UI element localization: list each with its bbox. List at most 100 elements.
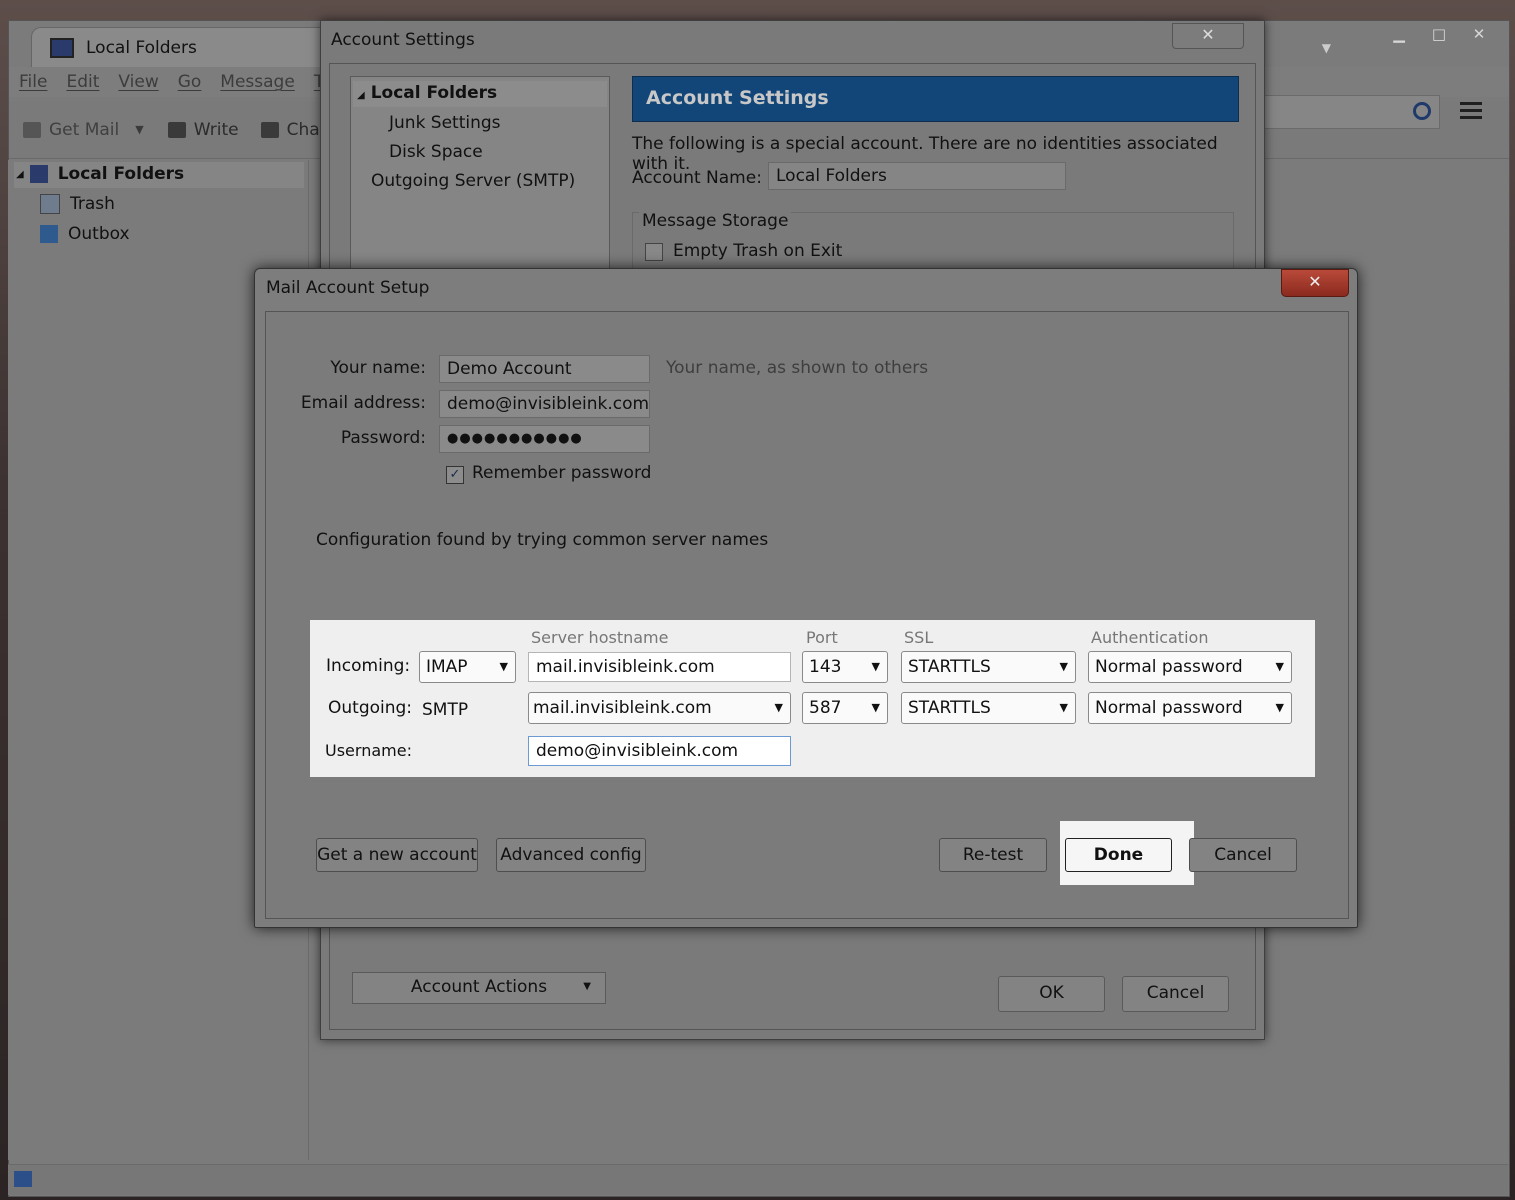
incoming-port-select[interactable]: 143 ▼ xyxy=(802,651,888,683)
column-ssl: SSL xyxy=(904,628,934,647)
dialog-title: Mail Account Setup xyxy=(266,278,430,298)
your-name-label: Your name: xyxy=(330,358,426,378)
search-icon xyxy=(1413,102,1431,120)
expander-icon[interactable]: ◢ xyxy=(357,90,365,101)
incoming-hostname-input[interactable]: mail.invisibleink.com xyxy=(528,652,791,682)
tree-item-junk-settings[interactable]: Junk Settings xyxy=(389,113,501,133)
incoming-protocol-value: IMAP xyxy=(426,657,468,677)
trash-icon xyxy=(40,194,60,214)
incoming-protocol-select[interactable]: IMAP ▼ xyxy=(419,651,516,683)
menu-edit[interactable]: Edit xyxy=(66,72,99,92)
mail-account-setup-dialog: Mail Account Setup ✕ Your name: Demo Acc… xyxy=(254,268,1358,928)
remember-password-checkbox[interactable]: ✓ xyxy=(446,466,464,484)
get-mail-label: Get Mail xyxy=(49,119,120,140)
chevron-down-icon: ▼ xyxy=(871,660,880,673)
menu-go[interactable]: Go xyxy=(178,72,202,92)
column-port: Port xyxy=(806,628,838,647)
tab-local-folders[interactable]: Local Folders xyxy=(31,27,331,67)
write-button[interactable]: Write xyxy=(167,119,239,140)
password-field[interactable]: ●●●●●●●●●●● xyxy=(439,425,650,453)
outgoing-auth-select[interactable]: Normal password ▼ xyxy=(1088,692,1292,724)
folder-label: Outbox xyxy=(68,224,130,244)
remember-password-label: Remember password xyxy=(472,463,652,483)
window-controls: ▁ □ ✕ xyxy=(1379,21,1499,47)
incoming-auth-select[interactable]: Normal password ▼ xyxy=(1088,651,1292,683)
column-authentication: Authentication xyxy=(1091,628,1209,647)
folder-outbox[interactable]: Outbox xyxy=(40,224,130,244)
tree-item-outgoing-server[interactable]: Outgoing Server (SMTP) xyxy=(371,171,575,191)
window-title: Account Settings xyxy=(331,30,475,50)
folder-label: Local Folders xyxy=(57,164,185,184)
account-name-field[interactable]: Local Folders xyxy=(768,162,1066,190)
menu-file[interactable]: File xyxy=(19,72,47,92)
incoming-auth-value: Normal password xyxy=(1095,657,1243,677)
outgoing-ssl-value: STARTTLS xyxy=(908,698,991,718)
email-field[interactable]: demo@invisibleink.com xyxy=(439,390,650,418)
close-icon[interactable]: ✕ xyxy=(1172,23,1244,49)
expander-icon[interactable]: ◢ xyxy=(16,169,24,180)
app-menu-icon[interactable] xyxy=(1460,98,1482,123)
close-icon[interactable]: ✕ xyxy=(1281,269,1349,297)
outgoing-ssl-select[interactable]: STARTTLS ▼ xyxy=(901,692,1076,724)
dialog-body: Your name: Demo Account Your name, as sh… xyxy=(265,311,1349,919)
folder-label: Trash xyxy=(70,194,115,214)
outgoing-port-value: 587 xyxy=(809,698,842,718)
empty-trash-checkbox[interactable] xyxy=(645,243,663,261)
chat-button[interactable]: Chat xyxy=(260,120,326,140)
incoming-port-value: 143 xyxy=(809,657,842,677)
outgoing-protocol-text: SMTP xyxy=(422,700,469,720)
account-name-label: Account Name: xyxy=(632,168,762,188)
menu-message[interactable]: Message xyxy=(220,72,295,92)
outbox-icon xyxy=(40,225,58,243)
status-bar xyxy=(8,1164,1508,1195)
chevron-down-icon: ▼ xyxy=(871,701,880,714)
tree-item-disk-space[interactable]: Disk Space xyxy=(389,142,483,162)
minimize-icon[interactable]: ▁ xyxy=(1379,21,1419,47)
email-label: Email address: xyxy=(300,393,426,413)
your-name-field[interactable]: Demo Account xyxy=(439,355,650,383)
computer-icon xyxy=(29,165,48,183)
ok-button[interactable]: OK xyxy=(998,976,1105,1012)
account-actions-label: Account Actions xyxy=(410,977,548,997)
get-mail-button[interactable]: Get Mail xyxy=(23,120,119,140)
advanced-config-button[interactable]: Advanced config xyxy=(496,838,646,872)
outgoing-auth-value: Normal password xyxy=(1095,698,1243,718)
online-status-icon[interactable] xyxy=(14,1171,32,1187)
dropdown-icon: ▼ xyxy=(583,981,591,992)
message-storage-group: Message Storage Empty Trash on Exit xyxy=(632,211,1234,274)
chevron-down-icon: ▼ xyxy=(499,660,508,673)
folder-trash[interactable]: Trash xyxy=(40,194,115,214)
computer-icon xyxy=(50,37,74,58)
username-input[interactable]: demo@invisibleink.com xyxy=(528,736,791,766)
retest-button[interactable]: Re-test xyxy=(939,838,1047,872)
chevron-down-icon: ▼ xyxy=(1059,660,1068,673)
settings-header: Account Settings xyxy=(632,76,1239,122)
incoming-ssl-value: STARTTLS xyxy=(908,657,991,677)
maximize-icon[interactable]: □ xyxy=(1419,21,1459,47)
download-icon xyxy=(23,121,41,138)
pencil-icon xyxy=(167,121,186,138)
tree-item-local-folders[interactable]: ◢ Local Folders xyxy=(357,83,497,103)
outgoing-hostname-select[interactable]: mail.invisibleink.com ▼ xyxy=(528,692,791,724)
your-name-hint: Your name, as shown to others xyxy=(666,358,929,378)
close-icon[interactable]: ✕ xyxy=(1459,21,1499,47)
folder-local-folders[interactable]: ◢ Local Folders xyxy=(16,164,184,184)
username-label: Username: xyxy=(325,741,412,760)
get-new-account-button[interactable]: Get a new account xyxy=(316,838,478,872)
chevron-down-icon: ▼ xyxy=(1059,701,1068,714)
search-input[interactable] xyxy=(1255,95,1440,129)
get-mail-dropdown-icon[interactable]: ▼ xyxy=(135,123,143,136)
password-label: Password: xyxy=(340,428,426,448)
incoming-ssl-select[interactable]: STARTTLS ▼ xyxy=(901,651,1076,683)
incoming-label: Incoming: xyxy=(326,656,411,676)
outgoing-port-select[interactable]: 587 ▼ xyxy=(802,692,888,724)
cancel-button[interactable]: Cancel xyxy=(1122,976,1229,1012)
done-button[interactable]: Done xyxy=(1065,838,1172,872)
cancel-button[interactable]: Cancel xyxy=(1189,838,1297,872)
tab-list-chevron-icon[interactable]: ▼ xyxy=(1322,41,1331,55)
chevron-down-icon: ▼ xyxy=(774,701,783,714)
account-actions-button[interactable]: Account Actions ▼ xyxy=(352,972,606,1004)
write-label: Write xyxy=(193,119,239,140)
menu-view[interactable]: View xyxy=(118,72,158,92)
chevron-down-icon: ▼ xyxy=(1275,701,1284,714)
